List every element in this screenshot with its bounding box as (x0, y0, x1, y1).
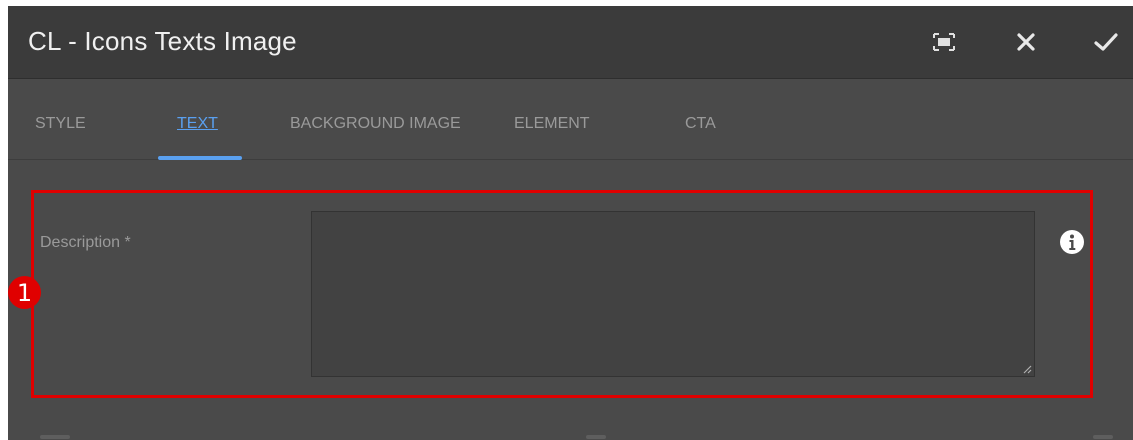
dialog: CL - Icons Texts Image STYLE TEXT BACKGR… (8, 6, 1133, 440)
tab-cta[interactable]: CTA (685, 115, 716, 133)
next-field-row-partial (8, 431, 1133, 440)
checkmark-icon (1094, 33, 1118, 51)
resize-grip-icon[interactable] (1022, 364, 1032, 374)
close-button[interactable] (1008, 24, 1044, 60)
dialog-title: CL - Icons Texts Image (28, 26, 297, 56)
tab-style[interactable]: STYLE (35, 115, 86, 133)
fullscreen-button[interactable] (926, 24, 962, 60)
close-icon (1017, 33, 1035, 51)
fullscreen-icon (933, 33, 955, 51)
annotation-badge: 1 (8, 276, 41, 309)
tab-bar: STYLE TEXT BACKGROUND IMAGE ELEMENT CTA (8, 79, 1133, 160)
tab-background-image[interactable]: BACKGROUND IMAGE (290, 115, 461, 133)
description-label: Description * (40, 234, 131, 251)
tab-text[interactable]: TEXT (177, 115, 218, 133)
done-button[interactable] (1088, 24, 1124, 60)
tab-element[interactable]: ELEMENT (514, 115, 590, 133)
info-icon[interactable] (1059, 229, 1085, 255)
description-textarea[interactable] (311, 211, 1035, 377)
active-tab-indicator (158, 156, 242, 160)
dialog-titlebar: CL - Icons Texts Image (8, 6, 1133, 79)
